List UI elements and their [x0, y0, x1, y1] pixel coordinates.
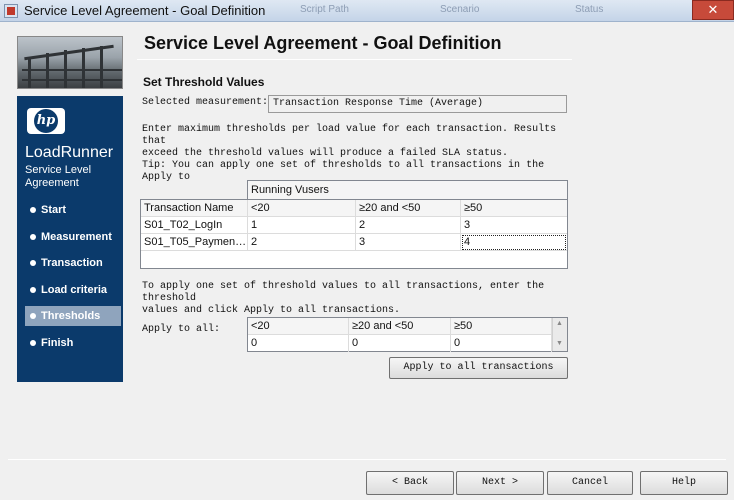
step-load-criteria: Load criteria: [17, 280, 123, 300]
threshold-cell[interactable]: 2: [248, 234, 356, 251]
chevron-right-icon: >: [512, 477, 519, 488]
chevron-left-icon: <: [391, 477, 398, 488]
step-transaction: Transaction: [17, 253, 123, 273]
back-button[interactable]: < Back: [366, 471, 454, 495]
selected-measurement-label: Selected measurement:: [142, 97, 269, 108]
divider: [8, 459, 726, 460]
threshold-cell-selected[interactable]: 4: [461, 234, 567, 251]
page-title: Service Level Agreement - Goal Definitio…: [144, 33, 502, 53]
bullet-icon: [30, 207, 36, 213]
scroll-up-icon[interactable]: ▲: [556, 320, 563, 327]
column-header[interactable]: Transaction Name: [141, 200, 248, 217]
column-header[interactable]: <20: [248, 200, 356, 217]
instructions-text: Enter maximum thresholds per load value …: [142, 124, 557, 159]
apply-all-input[interactable]: 0: [451, 335, 552, 352]
step-thresholds: Thresholds: [25, 306, 121, 327]
threshold-cell[interactable]: 3: [356, 234, 461, 251]
close-button[interactable]: ✕: [692, 0, 734, 20]
wizard-name: Service Level Agreement: [25, 164, 92, 189]
background-tab: Script Path: [300, 4, 349, 15]
vertical-scrollbar[interactable]: ▲ ▼: [552, 318, 567, 351]
column-header: ≥50: [451, 318, 552, 335]
window-title: Service Level Agreement - Goal Definitio…: [24, 3, 266, 18]
threshold-table: Transaction Name <20 ≥20 and <50 ≥50 S01…: [140, 199, 568, 269]
bullet-icon: [30, 233, 36, 240]
section-title: Set Threshold Values: [143, 75, 265, 89]
column-header: <20: [248, 318, 349, 335]
selected-measurement-field: Transaction Response Time (Average): [268, 95, 567, 113]
bullet-icon: [30, 260, 36, 267]
title-bar: Service Level Agreement - Goal Definitio…: [0, 0, 734, 22]
background-tab: Status: [575, 4, 604, 15]
threshold-cell[interactable]: 1: [248, 217, 356, 234]
column-header: ≥20 and <50: [349, 318, 451, 335]
hp-logo: hp: [27, 108, 65, 134]
cancel-button[interactable]: Cancel: [547, 471, 633, 495]
group-header: Running Vusers: [247, 180, 568, 200]
apply-to-all-button[interactable]: Apply to all transactions: [389, 357, 568, 379]
step-measurement: Measurement: [17, 227, 123, 247]
threshold-cell[interactable]: 3: [461, 217, 567, 234]
scroll-down-icon[interactable]: ▼: [556, 340, 563, 347]
background-tab: Scenario: [440, 4, 480, 15]
column-header[interactable]: ≥20 and <50: [356, 200, 461, 217]
help-button[interactable]: Help: [640, 471, 728, 495]
apply-all-grid: <20 ≥20 and <50 ≥50 0 0 0 ▲ ▼: [247, 317, 568, 352]
wizard-steps: Start Measurement Transaction Load crite…: [17, 200, 123, 360]
step-start: Start: [17, 200, 123, 220]
apply-all-input[interactable]: 0: [349, 335, 451, 352]
apply-all-label: Apply to all:: [142, 324, 221, 335]
step-finish: Finish: [17, 333, 123, 353]
apply-all-input[interactable]: 0: [248, 335, 349, 352]
apply-all-instructions: To apply one set of threshold values to …: [142, 281, 545, 316]
divider: [137, 59, 572, 60]
close-icon: ✕: [707, 2, 719, 17]
wizard-sidebar: hp LoadRunner Service Level Agreement St…: [17, 96, 123, 382]
bullet-icon: [30, 286, 36, 293]
bullet-icon: [30, 339, 36, 346]
transaction-name-cell: S01_T05_Paymen…: [141, 234, 248, 251]
next-button[interactable]: Next >: [456, 471, 544, 495]
threshold-cell[interactable]: 2: [356, 217, 461, 234]
transaction-name-cell: S01_T02_LogIn: [141, 217, 248, 234]
product-name: LoadRunner: [25, 144, 114, 161]
bullet-icon: [30, 313, 36, 320]
column-header[interactable]: ≥50: [461, 200, 567, 217]
rollercoaster-image: [17, 36, 123, 89]
app-icon: [4, 4, 18, 18]
